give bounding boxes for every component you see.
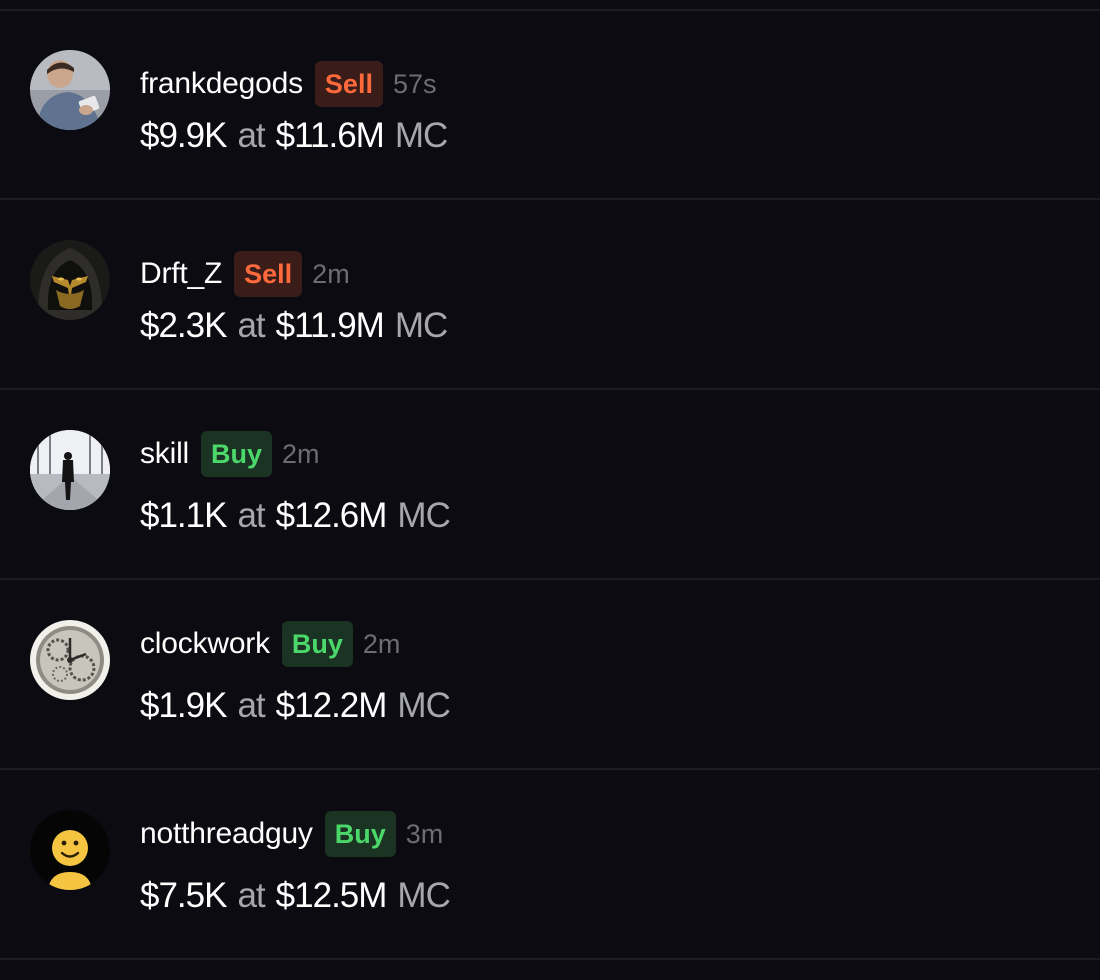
trade-amount: $7.5K (140, 876, 227, 915)
market-cap-value: $12.6M (275, 496, 388, 535)
person-reclining-photo-icon (30, 50, 110, 130)
trade-summary: $9.9K at $11.6M MC (140, 116, 448, 156)
sell-badge: Sell (234, 251, 303, 297)
avatar[interactable] (30, 50, 110, 130)
buy-badge: Buy (281, 621, 353, 667)
smiley-face-icon (30, 810, 110, 890)
market-cap-label: MC (397, 496, 450, 535)
trade-row[interactable]: skill Buy 2m $1.1K at $12.6M MC (0, 390, 1100, 580)
at-label: at (237, 306, 265, 345)
trade-summary: $1.1K at $12.6M MC (140, 496, 451, 536)
timestamp: 2m (362, 628, 401, 659)
timestamp: 3m (405, 818, 444, 849)
avatar[interactable] (30, 810, 110, 890)
market-cap-label: MC (397, 686, 450, 725)
trade-amount: $1.1K (140, 496, 227, 535)
avatar[interactable] (30, 240, 110, 320)
market-cap-label: MC (394, 306, 448, 345)
trade-summary: $1.9K at $12.2M MC (140, 686, 451, 726)
silhouette-hallway-photo-icon (30, 430, 110, 510)
trade-summary: $2.3K at $11.9M MC (140, 306, 448, 346)
username[interactable]: Drft_Z (140, 257, 222, 291)
username[interactable]: notthreadguy (140, 817, 313, 851)
timestamp: 57s (392, 68, 437, 99)
buy-badge: Buy (201, 431, 273, 477)
at-label: at (237, 496, 265, 535)
username[interactable]: skill (140, 437, 189, 471)
username[interactable]: frankdegods (140, 67, 303, 101)
sell-badge: Sell (314, 61, 383, 107)
avatar[interactable] (30, 430, 110, 510)
trade-row[interactable]: Drft_Z Sell 2m $2.3K at $11.9M MC (0, 200, 1100, 390)
market-cap-value: $11.9M (275, 306, 385, 345)
trade-amount: $9.9K (140, 116, 227, 155)
clock-gears-icon (30, 620, 110, 700)
at-label: at (237, 116, 265, 155)
timestamp: 2m (312, 258, 350, 289)
trade-feed: frankdegods Sell 57s $9.9K at $11.6M MC (0, 0, 1100, 980)
trade-row[interactable]: clockwork Buy 2m $1.9K at $12.2M MC (0, 580, 1100, 770)
trade-row[interactable]: frankdegods Sell 57s $9.9K at $11.6M MC (0, 10, 1100, 200)
at-label: at (237, 686, 265, 725)
username[interactable]: clockwork (140, 627, 270, 661)
at-label: at (237, 876, 265, 915)
avatar[interactable] (30, 620, 110, 700)
trade-row[interactable]: notthreadguy Buy 3m $7.5K at $12.5M MC (0, 770, 1100, 960)
buy-badge: Buy (324, 811, 396, 857)
market-cap-label: MC (397, 876, 450, 915)
trade-amount: $1.9K (140, 686, 227, 725)
market-cap-value: $11.6M (275, 116, 385, 155)
timestamp: 2m (282, 438, 320, 469)
trade-amount: $2.3K (140, 306, 227, 345)
market-cap-label: MC (394, 116, 448, 155)
market-cap-value: $12.2M (275, 686, 388, 725)
row-divider (0, 958, 1100, 960)
market-cap-value: $12.5M (275, 876, 388, 915)
masked-ninja-photo-icon (30, 240, 110, 320)
trade-summary: $7.5K at $12.5M MC (140, 876, 451, 916)
